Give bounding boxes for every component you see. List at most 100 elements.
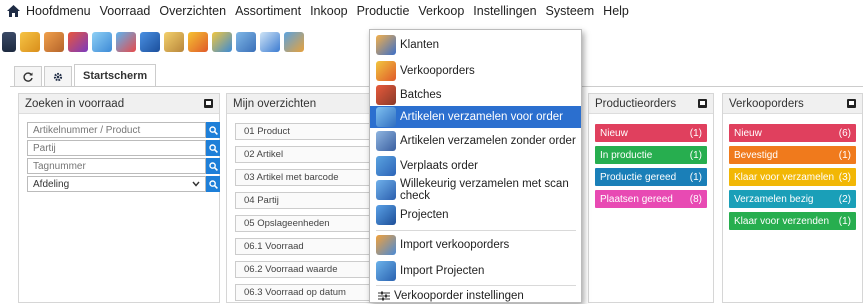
article-search: [27, 122, 220, 138]
search-button[interactable]: [206, 176, 220, 192]
status-badge[interactable]: Plaatsen gereed (8): [595, 190, 707, 208]
status-badge-label: Klaar voor verzenden: [734, 215, 830, 227]
dropdown-item-label: Willekeurig verzamelen met scan check: [400, 178, 569, 202]
status-badge-label: Klaar voor verzamelen: [734, 171, 835, 183]
menu-systeem[interactable]: Systeem: [546, 4, 595, 18]
tab-settings[interactable]: [44, 66, 72, 86]
dropdown-item-sales-orders[interactable]: Verkooporders: [370, 58, 581, 84]
status-badge[interactable]: Verzamelen bezig (2): [729, 190, 856, 208]
settings-sliders-icon: [378, 291, 390, 301]
home-icon[interactable]: [6, 4, 20, 18]
status-badge[interactable]: Nieuw (6): [729, 124, 856, 142]
collapse-icon[interactable]: [204, 99, 213, 108]
status-badge[interactable]: Klaar voor verzenden (1): [729, 212, 856, 230]
search-panel-title: Zoeken in voorraad: [25, 97, 125, 110]
status-badge-count: (2): [838, 193, 851, 205]
database-icon[interactable]: [2, 32, 16, 52]
batches-icon: [376, 85, 396, 105]
search-order-icon[interactable]: [260, 32, 280, 52]
orders-icon[interactable]: [212, 32, 232, 52]
menu-overzichten[interactable]: Overzichten: [159, 4, 226, 18]
production-panel-title: Productieorders: [595, 97, 677, 110]
dropdown-item-settings-sliders[interactable]: Verkooporder instellingen: [370, 288, 581, 304]
search-button[interactable]: [206, 140, 220, 156]
collect-order-icon: [376, 107, 396, 127]
search-icon: [208, 143, 218, 153]
menu-assortiment[interactable]: Assortiment: [235, 4, 301, 18]
dropdown-item-label: Import verkooporders: [400, 239, 510, 251]
menu-inkoop[interactable]: Inkoop: [310, 4, 348, 18]
status-badge[interactable]: Productie gereed (1): [595, 168, 707, 186]
status-badge[interactable]: Nieuw (1): [595, 124, 707, 142]
status-badge-label: Plaatsen gereed: [600, 193, 673, 205]
status-badge-count: (6): [838, 127, 851, 139]
status-badge-label: Nieuw: [734, 127, 762, 139]
search-icon: [208, 161, 218, 171]
projects-icon: [376, 205, 396, 225]
move-icon[interactable]: [284, 32, 304, 52]
menu-voorraad[interactable]: Voorraad: [100, 4, 151, 18]
dropdown-item-customers[interactable]: Klanten: [370, 32, 581, 58]
dropdown-item-move-order[interactable]: Verplaats order: [370, 154, 581, 178]
search-stock-icon[interactable]: [236, 32, 256, 52]
tools-icon[interactable]: [164, 32, 184, 52]
folder-icon[interactable]: [20, 32, 40, 52]
warehouse-icon[interactable]: [92, 32, 112, 52]
search-panel-header: Zoeken in voorraad: [19, 94, 219, 114]
tab-startscherm[interactable]: Startscherm: [74, 64, 157, 86]
status-badge-label: In productie: [600, 149, 653, 161]
article-input[interactable]: [27, 122, 206, 138]
dropdown-separator: [376, 230, 576, 231]
status-badge-count: (8): [689, 193, 702, 205]
dropdown-item-import-sales[interactable]: Import verkooporders: [370, 232, 581, 258]
dropdown-item-scan-check[interactable]: Willekeurig verzamelen met scan check: [370, 178, 581, 202]
tab-refresh[interactable]: [14, 66, 42, 86]
collapse-icon[interactable]: [698, 99, 707, 108]
department-select[interactable]: Afdeling: [27, 176, 206, 192]
status-badge-count: (3): [838, 171, 851, 183]
status-badge-count: (1): [838, 149, 851, 161]
status-badge-count: (1): [838, 215, 851, 227]
status-badge[interactable]: Bevestigd (1): [729, 146, 856, 164]
chevron-down-icon: [192, 181, 200, 187]
menu-instellingen[interactable]: Instellingen: [473, 4, 536, 18]
grid-report-icon[interactable]: [116, 32, 136, 52]
dropdown-item-collect-no-order[interactable]: Artikelen verzamelen zonder order: [370, 128, 581, 154]
tag-input[interactable]: [27, 158, 206, 174]
tab-bar: Startscherm: [14, 64, 158, 86]
dropdown-item-projects[interactable]: Projecten: [370, 202, 581, 228]
search-button[interactable]: [206, 122, 220, 138]
stock-icon[interactable]: [140, 32, 160, 52]
dropdown-item-label: Projecten: [400, 209, 449, 221]
menu-hoofdmenu[interactable]: Hoofdmenu: [26, 4, 91, 18]
menu-verkoop[interactable]: Verkoop: [418, 4, 464, 18]
scan-check-icon: [376, 180, 396, 200]
dropdown-item-import-projects[interactable]: Import Projecten: [370, 258, 581, 284]
dropdown-item-batches[interactable]: Batches: [370, 84, 581, 106]
sales-orders-icon: [376, 61, 396, 81]
dropdown-item-label: Klanten: [400, 39, 440, 51]
menu-help[interactable]: Help: [603, 4, 629, 18]
status-badge[interactable]: In productie (1): [595, 146, 707, 164]
status-badge-label: Nieuw: [600, 127, 628, 139]
box-star-icon[interactable]: [188, 32, 208, 52]
batch-input[interactable]: [27, 140, 206, 156]
sales-panel: Verkooporders Nieuw (6) Bevestigd (1) Klaar …: [722, 93, 863, 303]
import-projects-icon: [376, 261, 396, 281]
department-value: Afdeling: [33, 178, 70, 190]
products-icon[interactable]: [44, 32, 64, 52]
dropdown-item-label: Verplaats order: [400, 160, 478, 172]
search-button[interactable]: [206, 158, 220, 174]
dropdown-item-label: Artikelen verzamelen zonder order: [400, 135, 576, 147]
boxes-icon[interactable]: [68, 32, 88, 52]
department-search: Afdeling: [27, 176, 220, 192]
dropdown-item-label: Artikelen verzamelen voor order: [400, 111, 563, 123]
collapse-icon[interactable]: [847, 99, 856, 108]
production-panel: Productieorders Nieuw (1) In productie (1) P…: [588, 93, 714, 303]
status-badge[interactable]: Klaar voor verzamelen (3): [729, 168, 856, 186]
sales-panel-header: Verkooporders: [723, 94, 862, 114]
menu-productie[interactable]: Productie: [357, 4, 410, 18]
status-badge-label: Bevestigd: [734, 149, 778, 161]
production-panel-header: Productieorders: [589, 94, 713, 114]
dropdown-item-collect-order[interactable]: Artikelen verzamelen voor order: [370, 106, 581, 128]
